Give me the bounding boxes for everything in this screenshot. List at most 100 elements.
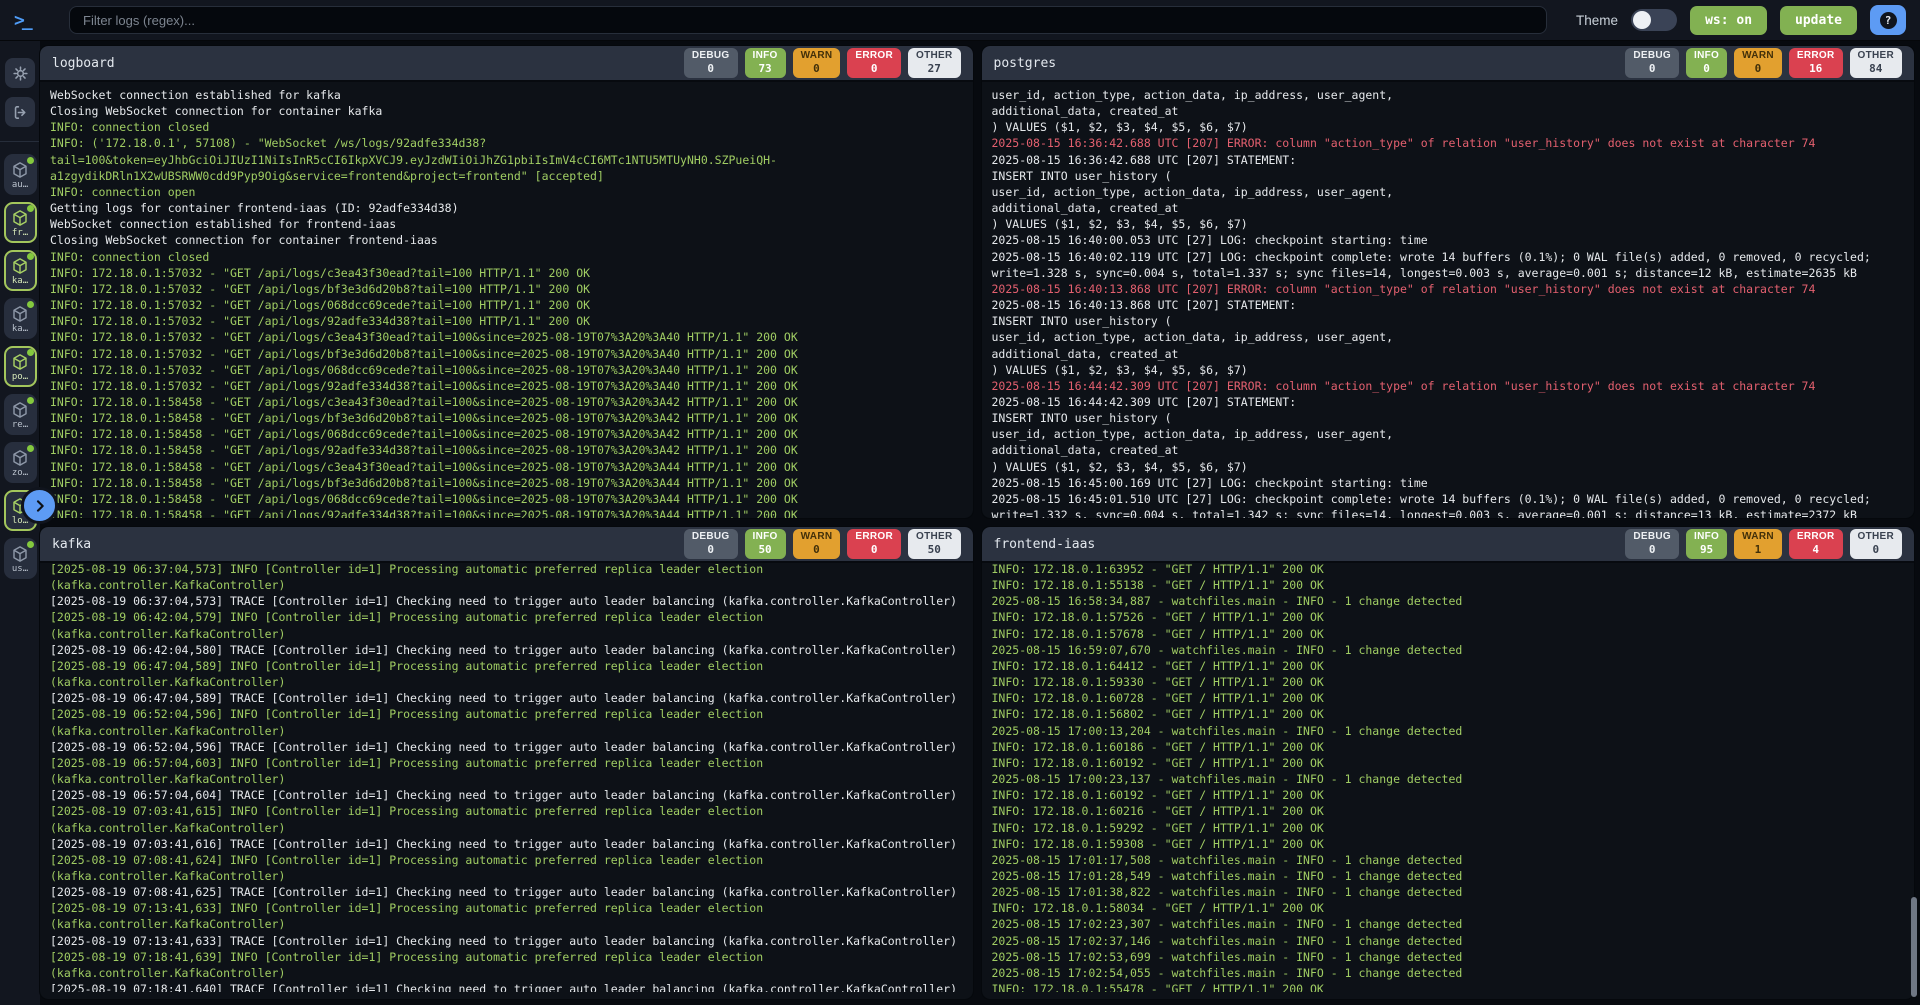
sidebar-item-container-re[interactable]: re… [4, 394, 37, 435]
badge-error[interactable]: ERROR0 [847, 529, 901, 559]
online-dot [27, 445, 34, 452]
badge-other[interactable]: OTHER27 [908, 48, 961, 78]
theme-toggle[interactable] [1631, 9, 1677, 31]
sidebar-item-label: po… [12, 372, 28, 382]
log-line: INFO: 172.18.0.1:57032 - "GET /api/logs/… [50, 297, 963, 313]
log-content-frontend-iaas[interactable]: INFO: 172.18.0.1:63952 - "GET / HTTP/1.1… [982, 556, 1915, 992]
sidebar-item-container-postgres[interactable]: po… [4, 346, 37, 387]
log-line: INFO: 172.18.0.1:57032 - "GET /api/logs/… [50, 362, 963, 378]
badge-info[interactable]: INFO0 [1686, 48, 1727, 78]
sidebar-item-label: re… [12, 420, 28, 430]
log-content-logboard[interactable]: WebSocket connection established for kaf… [40, 82, 973, 518]
log-line: 2025-08-15 16:58:34,887 - watchfiles.mai… [992, 593, 1905, 609]
level-badges: DEBUG0INFO95WARN1ERROR4OTHER0 [1625, 529, 1902, 559]
log-line: INFO: 172.18.0.1:60192 - "GET / HTTP/1.1… [992, 755, 1905, 771]
panel-logboard: logboard DEBUG0INFO73WARN0ERROR0OTHER27 … [40, 46, 973, 518]
badge-label: INFO [753, 531, 778, 542]
log-line: 2025-08-15 16:36:42.688 UTC [207] ERROR:… [992, 135, 1905, 151]
sidebar-item-container-zo[interactable]: zo… [4, 442, 37, 483]
log-line: INFO: 172.18.0.1:60216 - "GET / HTTP/1.1… [992, 803, 1905, 819]
sidebar-item-label: zo… [12, 468, 28, 478]
badge-label: DEBUG [1633, 50, 1671, 61]
sidebar-expand-button[interactable] [21, 487, 58, 524]
logout-button[interactable] [5, 97, 35, 127]
badge-warn[interactable]: WARN0 [1734, 48, 1782, 78]
log-line: ) VALUES ($1, $2, $3, $4, $5, $6, $7) [992, 362, 1905, 378]
container-cube-icon [11, 257, 29, 275]
sidebar-item-container-kafka[interactable]: ka… [4, 250, 37, 291]
log-line: user_id, action_type, action_data, ip_ad… [992, 184, 1905, 200]
sidebar-item-container-au[interactable]: au… [4, 154, 37, 195]
badge-label: OTHER [1858, 50, 1895, 61]
log-line: 2025-08-15 16:36:42.688 UTC [207] STATEM… [992, 152, 1905, 168]
badge-debug[interactable]: DEBUG0 [1625, 48, 1679, 78]
panel-postgres: postgres DEBUG0INFO0WARN0ERROR16OTHER84 … [982, 46, 1915, 518]
log-line: INFO: 172.18.0.1:58458 - "GET /api/logs/… [50, 507, 963, 518]
log-line: INFO: 172.18.0.1:56802 - "GET / HTTP/1.1… [992, 706, 1905, 722]
badge-error[interactable]: ERROR16 [1789, 48, 1843, 78]
log-content-postgres[interactable]: user_id, action_type, action_data, ip_ad… [982, 82, 1915, 518]
sidebar-item-container-kafka2[interactable]: ka… [4, 298, 37, 339]
sidebar-item-label: us… [12, 564, 28, 574]
badge-count: 95 [1694, 543, 1719, 556]
sidebar-item-label: au… [12, 180, 28, 190]
badge-debug[interactable]: DEBUG0 [1625, 529, 1679, 559]
log-line: (kafka.controller.KafkaController) [50, 723, 963, 739]
log-line: 2025-08-15 17:01:28,549 - watchfiles.mai… [992, 868, 1905, 884]
settings-button[interactable] [5, 58, 35, 88]
badge-info[interactable]: INFO73 [745, 48, 786, 78]
log-line: tail=100&token=eyJhbGciOiJIUzI1NiIsInR5c… [50, 152, 963, 168]
badge-warn[interactable]: WARN0 [793, 48, 841, 78]
websocket-status-button[interactable]: ws: on [1690, 6, 1767, 35]
log-line: INFO: 172.18.0.1:63952 - "GET / HTTP/1.1… [992, 561, 1905, 577]
badge-debug[interactable]: DEBUG0 [684, 48, 738, 78]
badge-label: ERROR [855, 531, 893, 542]
log-line: (kafka.controller.KafkaController) [50, 868, 963, 884]
log-line: 2025-08-15 17:02:54,055 - watchfiles.mai… [992, 965, 1905, 981]
log-line: (kafka.controller.KafkaController) [50, 674, 963, 690]
filter-input[interactable] [69, 6, 1547, 34]
badge-label: ERROR [855, 50, 893, 61]
help-button[interactable]: ? [1870, 5, 1906, 35]
log-line: INFO: 172.18.0.1:58034 - "GET / HTTP/1.1… [992, 900, 1905, 916]
log-line: INSERT INTO user_history ( [992, 410, 1905, 426]
badge-label: OTHER [916, 50, 953, 61]
log-line: INFO: 172.18.0.1:60192 - "GET / HTTP/1.1… [992, 787, 1905, 803]
topbar-actions: Theme ws: on update ? [1576, 5, 1906, 35]
badge-info[interactable]: INFO95 [1686, 529, 1727, 559]
badge-warn[interactable]: WARN1 [1734, 529, 1782, 559]
badge-other[interactable]: OTHER50 [908, 529, 961, 559]
question-icon: ? [1880, 12, 1897, 29]
panel-frontend-iaas: frontend-iaas DEBUG0INFO95WARN1ERROR4OTH… [982, 527, 1915, 999]
badge-label: INFO [1694, 531, 1719, 542]
sidebar-item-container-us[interactable]: us… [4, 538, 37, 579]
badge-error[interactable]: ERROR4 [1789, 529, 1843, 559]
log-line: [2025-08-19 06:42:04,580] TRACE [Control… [50, 642, 963, 658]
log-line: additional_data, created_at [992, 442, 1905, 458]
badge-label: DEBUG [692, 531, 730, 542]
badge-other[interactable]: OTHER0 [1850, 529, 1903, 559]
container-cube-icon [11, 353, 29, 371]
logout-icon [12, 104, 29, 121]
update-button[interactable]: update [1780, 6, 1857, 35]
sidebar-item-container-frontend[interactable]: fr… [4, 202, 37, 243]
badge-count: 27 [916, 62, 953, 75]
log-line: (kafka.controller.KafkaController) [50, 626, 963, 642]
log-line: write=1.332 s, sync=0.004 s, total=1.342… [992, 507, 1905, 518]
badge-error[interactable]: ERROR0 [847, 48, 901, 78]
badge-warn[interactable]: WARN0 [793, 529, 841, 559]
badge-debug[interactable]: DEBUG0 [684, 529, 738, 559]
log-content-kafka[interactable]: [2025-08-19 06:37:04,573] INFO [Controll… [40, 556, 973, 992]
badge-other[interactable]: OTHER84 [1850, 48, 1903, 78]
log-line: ) VALUES ($1, $2, $3, $4, $5, $6, $7) [992, 216, 1905, 232]
log-line: write=1.328 s, sync=0.004 s, total=1.337… [992, 265, 1905, 281]
log-line: ) VALUES ($1, $2, $3, $4, $5, $6, $7) [992, 119, 1905, 135]
badge-label: ERROR [1797, 50, 1835, 61]
log-line: [2025-08-19 06:52:04,596] TRACE [Control… [50, 739, 963, 755]
log-line: INFO: 172.18.0.1:58458 - "GET /api/logs/… [50, 475, 963, 491]
log-line: INFO: 172.18.0.1:57032 - "GET /api/logs/… [50, 313, 963, 329]
log-line: 2025-08-15 16:44:42.309 UTC [207] ERROR:… [992, 378, 1905, 394]
log-line: [2025-08-19 07:08:41,624] INFO [Controll… [50, 852, 963, 868]
log-line: user_id, action_type, action_data, ip_ad… [992, 329, 1905, 345]
badge-info[interactable]: INFO50 [745, 529, 786, 559]
